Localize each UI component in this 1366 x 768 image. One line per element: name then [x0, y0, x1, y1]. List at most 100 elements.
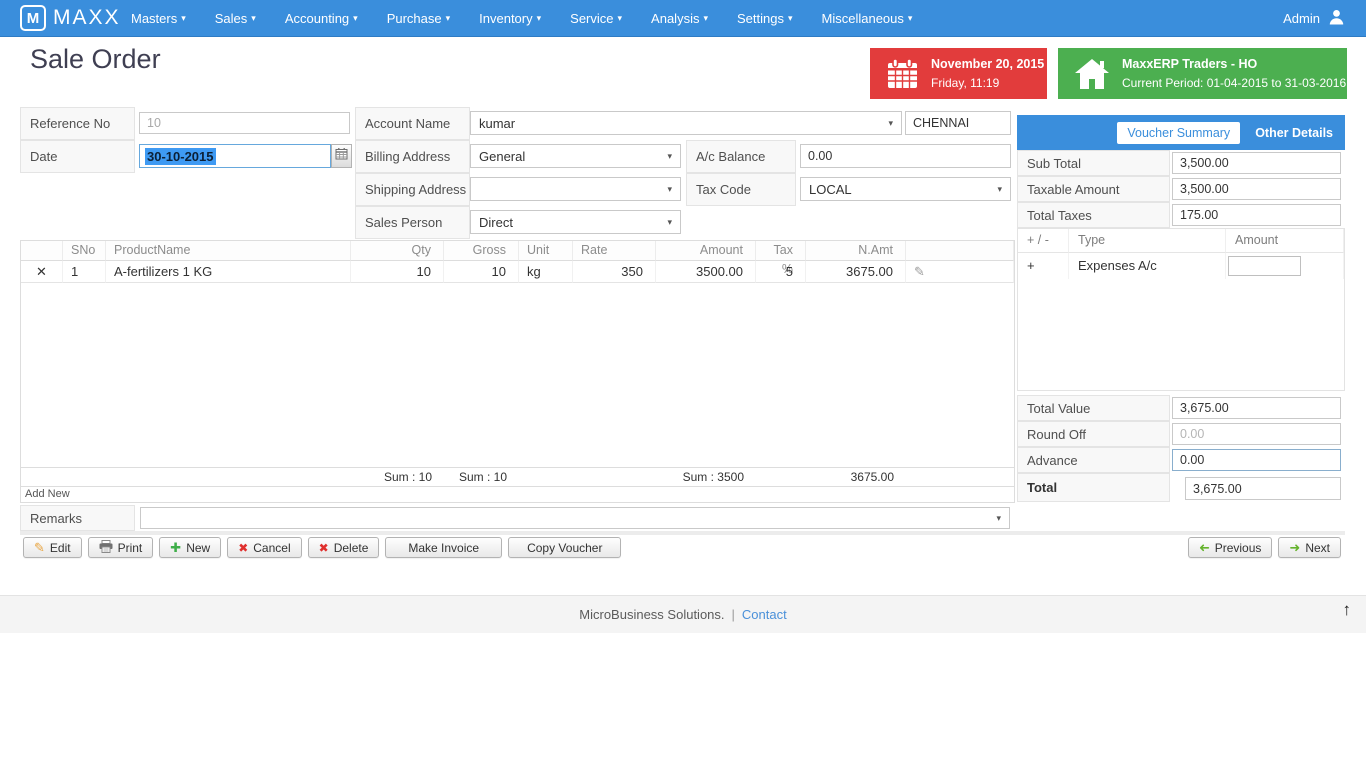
arrow-left-icon: ➜: [1198, 540, 1210, 555]
billing-address-select[interactable]: General ▾: [470, 144, 681, 168]
date-badge: November 20, 2015 Friday, 11:19: [870, 48, 1047, 99]
chevron-down-icon: ▾: [888, 117, 893, 128]
calendar-icon: [335, 147, 348, 165]
copy-voucher-label: Copy Voucher: [527, 540, 603, 555]
sub-total-input[interactable]: [1172, 152, 1341, 174]
col-adj-amount: Amount: [1226, 229, 1344, 253]
print-button[interactable]: Print: [87, 537, 154, 558]
make-invoice-button[interactable]: Make Invoice: [385, 537, 503, 558]
company-name: MaxxERP Traders - HO: [1122, 56, 1258, 71]
sales-person-value: Direct: [479, 214, 513, 230]
shipping-address-label: Shipping Address: [355, 173, 470, 206]
nav-item-label: Analysis: [651, 10, 700, 26]
nav-item-label: Masters: [131, 10, 178, 26]
delete-row-icon[interactable]: ✕: [21, 261, 63, 283]
printer-icon: [99, 539, 113, 556]
row-gross: 10: [444, 261, 519, 283]
nav-item-miscellaneous[interactable]: Miscellaneous ▾: [822, 11, 913, 26]
chevron-down-icon: ▾: [907, 12, 913, 23]
nav-item-label: Settings: [737, 10, 784, 26]
brand-text: MAXX: [53, 6, 121, 29]
total-taxes-input[interactable]: [1172, 204, 1341, 226]
action-toolbar: ✎ Edit Print ✚ New ✖ Cancel ✖ Delete Mak…: [23, 537, 622, 558]
nav-item-masters[interactable]: Masters ▾: [131, 11, 186, 26]
chevron-down-icon: ▾: [181, 12, 186, 23]
section-divider: [20, 531, 1345, 535]
tax-code-label: Tax Code: [686, 173, 796, 206]
new-button[interactable]: ✚ New: [159, 537, 222, 558]
round-off-input[interactable]: [1172, 423, 1341, 445]
col-rate: Rate: [573, 241, 656, 261]
add-new-row[interactable]: Add New: [20, 487, 1015, 503]
advance-label: Advance: [1017, 447, 1170, 473]
total-value-input[interactable]: [1172, 397, 1341, 419]
current-period: Current Period: 01-04-2015 to 31-03-2016: [1122, 75, 1347, 90]
adjustment-amount-input[interactable]: [1228, 256, 1301, 276]
pencil-icon: ✎: [34, 540, 45, 555]
col-delete: [21, 241, 63, 261]
total-input[interactable]: [1185, 477, 1341, 500]
col-gross: Gross: [444, 241, 519, 261]
user-menu[interactable]: Admin: [1283, 0, 1344, 36]
adj-row-type: Expenses A/c: [1069, 253, 1226, 280]
record-nav-buttons: ➜ Previous ➜ Next: [1187, 537, 1341, 558]
nav-item-label: Accounting: [284, 10, 350, 26]
taxable-amount-label: Taxable Amount: [1017, 176, 1170, 202]
ac-balance-input[interactable]: [800, 144, 1011, 168]
date-picker-button[interactable]: [331, 144, 352, 168]
account-city-field[interactable]: [905, 111, 1011, 135]
remarks-label: Remarks: [20, 505, 135, 531]
calendar-icon: [886, 57, 919, 90]
reference-no-input[interactable]: [139, 112, 350, 134]
account-name-label: Account Name: [355, 107, 470, 140]
remarks-select[interactable]: ▾: [140, 507, 1010, 529]
current-date: November 20, 2015: [931, 56, 1045, 71]
nav-item-sales[interactable]: Sales ▾: [215, 11, 256, 26]
date-input[interactable]: 30-10-2015: [139, 144, 331, 168]
nav-item-analysis[interactable]: Analysis ▾: [651, 11, 708, 26]
contact-link[interactable]: Contact: [742, 607, 787, 622]
chevron-down-icon: ▾: [617, 12, 623, 23]
tab-voucher-summary[interactable]: Voucher Summary: [1117, 121, 1241, 144]
shipping-address-select[interactable]: ▾: [470, 177, 681, 201]
advance-input[interactable]: [1172, 449, 1341, 471]
col-qty: Qty: [351, 241, 444, 261]
items-sum-row: Sum : 10 Sum : 10 Sum : 3500 3675.00: [20, 467, 1015, 487]
top-nav: M MAXX Masters ▾ Sales ▾ Accounting ▾ Purch…: [0, 0, 1366, 37]
nav-item-purchase[interactable]: Purchase ▾: [387, 11, 450, 26]
current-day-time: Friday, 11:19: [931, 75, 1000, 90]
nav-item-label: Inventory: [479, 10, 533, 26]
x-icon: ✖: [238, 540, 249, 555]
edit-button[interactable]: ✎ Edit: [23, 537, 82, 558]
nav-item-inventory[interactable]: Inventory ▾: [479, 11, 541, 26]
brand-logo[interactable]: M MAXX: [20, 5, 121, 31]
next-button[interactable]: ➜ Next: [1278, 537, 1341, 558]
cancel-button-label: Cancel: [253, 540, 291, 555]
copy-voucher-button[interactable]: Copy Voucher: [508, 537, 622, 558]
new-button-label: New: [186, 540, 211, 555]
col-sign: + / -: [1018, 229, 1069, 253]
sales-person-select[interactable]: Direct ▾: [470, 210, 681, 234]
chevron-down-icon: ▾: [997, 183, 1002, 194]
delete-button[interactable]: ✖ Delete: [307, 537, 380, 558]
edit-row-icon[interactable]: ✎: [914, 264, 925, 279]
nav-item-settings[interactable]: Settings ▾: [737, 11, 793, 26]
col-unit: Unit: [519, 241, 573, 261]
account-name-combo[interactable]: kumar ▾: [470, 111, 902, 135]
scroll-to-top-button[interactable]: ↑: [1343, 600, 1352, 620]
sum-amount: Sum : 3500: [682, 470, 744, 484]
tab-other-details[interactable]: Other Details: [1255, 126, 1333, 140]
cancel-button[interactable]: ✖ Cancel: [227, 537, 302, 558]
footer-company: MicroBusiness Solutions.: [579, 607, 725, 622]
total-taxes-label: Total Taxes: [1017, 202, 1170, 228]
nav-item-service[interactable]: Service ▾: [570, 11, 622, 26]
nav-item-accounting[interactable]: Accounting ▾: [285, 11, 358, 26]
row-namt: 3675.00: [806, 261, 906, 283]
previous-button[interactable]: ➜ Previous: [1187, 537, 1273, 558]
items-table: SNo ProductName Qty Gross Unit Rate Amou…: [20, 240, 1015, 283]
chevron-down-icon: ▾: [445, 12, 451, 23]
billing-address-label: Billing Address: [355, 140, 470, 173]
total-label: Total: [1017, 473, 1170, 502]
taxable-amount-input[interactable]: [1172, 178, 1341, 200]
tax-code-select[interactable]: LOCAL ▾: [800, 177, 1011, 201]
